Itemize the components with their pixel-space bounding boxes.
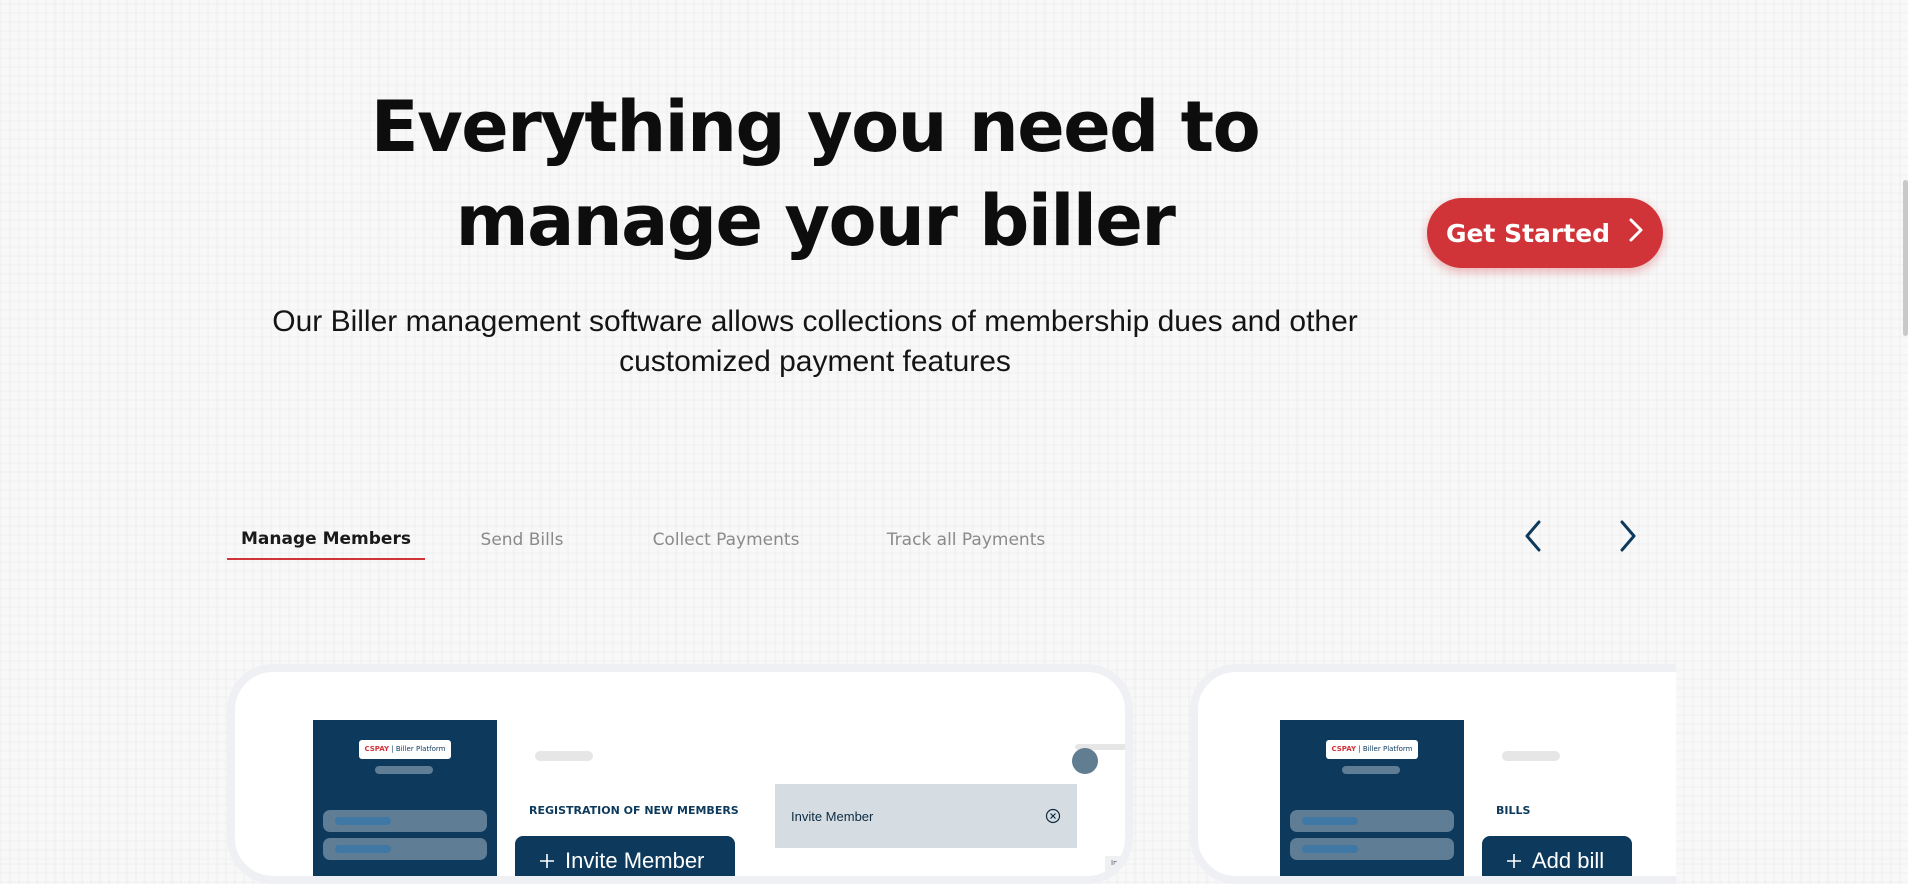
plus-icon bbox=[1506, 848, 1522, 875]
invite-member-button: Invite Member bbox=[515, 836, 735, 876]
close-icon bbox=[1045, 808, 1061, 827]
mock-line bbox=[1502, 751, 1560, 761]
section-title: BILLS bbox=[1496, 804, 1531, 817]
tab-manage-members[interactable]: Manage Members bbox=[227, 520, 425, 560]
cspay-logo: CSPAY | Biller Platform bbox=[359, 740, 451, 759]
tab-send-bills[interactable]: Send Bills bbox=[472, 520, 572, 560]
chevron-left-icon bbox=[1524, 520, 1542, 557]
get-started-label: Get Started bbox=[1445, 218, 1611, 248]
tab-collect-payments[interactable]: Collect Payments bbox=[641, 520, 811, 560]
mock-sidebar: CSPAY | Biller Platform bbox=[1280, 720, 1464, 876]
feature-card-manage-members: CSPAY | Biller Platform REGISTRATION OF … bbox=[227, 664, 1133, 884]
feature-card-send-bills: CSPAY | Biller Platform BILLS Add bill bbox=[1190, 664, 1676, 884]
modal-body bbox=[775, 848, 1077, 876]
chevron-right-icon bbox=[1628, 217, 1644, 249]
mock-nav-item bbox=[323, 838, 487, 860]
mock-pill bbox=[1342, 766, 1400, 774]
mock-nav-item bbox=[323, 810, 487, 832]
mock-nav-item bbox=[1290, 810, 1454, 832]
section-title: REGISTRATION OF NEW MEMBERS bbox=[529, 804, 739, 817]
carousel-prev-button[interactable] bbox=[1513, 516, 1553, 560]
avatar bbox=[1072, 748, 1098, 774]
invite-member-modal-header: Invite Member bbox=[775, 784, 1077, 848]
feature-card-send-bills-clip: CSPAY | Biller Platform BILLS Add bill bbox=[1190, 664, 1676, 884]
mock-pill bbox=[375, 766, 433, 774]
add-bill-button: Add bill bbox=[1482, 836, 1632, 876]
chevron-right-icon bbox=[1619, 520, 1637, 557]
cspay-logo: CSPAY | Biller Platform bbox=[1326, 740, 1418, 759]
mock-line bbox=[535, 751, 593, 761]
mock-nav-item bbox=[1290, 838, 1454, 860]
scrollbar-thumb[interactable] bbox=[1903, 180, 1908, 336]
hero-subtitle: Our Biller management software allows co… bbox=[272, 305, 1358, 378]
tab-track-all-payments[interactable]: Track all Payments bbox=[876, 520, 1056, 560]
get-started-button[interactable]: Get Started bbox=[1427, 198, 1663, 268]
carousel-next-button[interactable] bbox=[1608, 516, 1648, 560]
hero-title: Everything you need to manage your bille… bbox=[370, 86, 1261, 262]
plus-icon bbox=[539, 848, 555, 875]
mock-sidebar: CSPAY | Biller Platform bbox=[313, 720, 497, 876]
modal-title: Invite Member bbox=[791, 809, 874, 824]
